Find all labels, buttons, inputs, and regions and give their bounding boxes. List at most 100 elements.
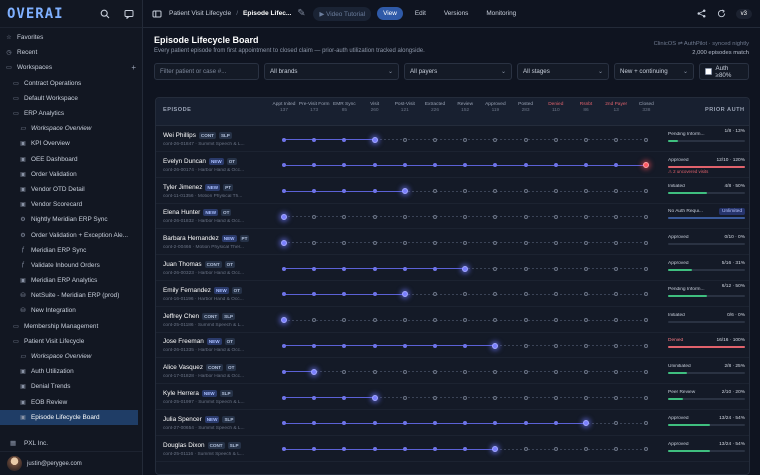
- sidebar-item[interactable]: ⛁ NetSuite - Meridian ERP (prod): [0, 288, 142, 303]
- stage-dot[interactable]: [584, 292, 588, 297]
- stage-dot[interactable]: [553, 447, 558, 452]
- stage-dot[interactable]: [553, 395, 558, 400]
- stage-dot[interactable]: [372, 189, 377, 194]
- stage-dot[interactable]: [584, 395, 588, 400]
- stage-dot[interactable]: [614, 214, 619, 219]
- stage-dot[interactable]: [644, 318, 649, 323]
- stage-dot[interactable]: [402, 240, 407, 245]
- refresh-icon[interactable]: [716, 8, 728, 20]
- stage-dot[interactable]: [644, 421, 649, 426]
- stage-dot[interactable]: [553, 292, 558, 297]
- stage-dot[interactable]: [312, 240, 317, 245]
- patient-name[interactable]: Juan Thomas: [163, 261, 202, 268]
- stage-dot[interactable]: [342, 369, 347, 374]
- stage-dot[interactable]: [312, 163, 317, 168]
- stage-dot[interactable]: [493, 163, 498, 168]
- stage-dot[interactable]: [644, 189, 649, 194]
- patient-name[interactable]: Alice Vasquez: [163, 364, 203, 371]
- video-tutorial-button[interactable]: ▶ Video Tutorial: [313, 6, 372, 21]
- stage-dot[interactable]: [433, 137, 437, 142]
- patient-name[interactable]: Julia Spencer: [163, 416, 202, 423]
- chat-icon[interactable]: [123, 8, 135, 20]
- stage-dot[interactable]: [553, 318, 558, 323]
- stage-dot[interactable]: [372, 369, 377, 374]
- stage-dot[interactable]: [402, 318, 407, 323]
- stage-dot[interactable]: [372, 421, 377, 426]
- stage-dot[interactable]: [282, 292, 286, 297]
- stage-dot[interactable]: [523, 369, 528, 374]
- search-input[interactable]: Filter patient or case #...: [154, 63, 259, 80]
- stage-dot[interactable]: [584, 318, 588, 323]
- stage-dot[interactable]: [433, 343, 437, 348]
- stage-dot[interactable]: [584, 189, 588, 194]
- stage-dot[interactable]: [584, 447, 588, 452]
- prior-auth-cell[interactable]: Approved 12/10 · 120% ⚠ 2 uncovered visits: [668, 157, 745, 175]
- current-stage-dot[interactable]: [583, 420, 589, 427]
- episode-row[interactable]: Jeffrey Chen CONT SLP cont-25-01186 · Summi…: [156, 308, 749, 333]
- stage-dot[interactable]: [342, 292, 347, 297]
- current-stage-dot[interactable]: [311, 368, 318, 375]
- current-stage-dot[interactable]: [401, 291, 408, 298]
- sidebar-item[interactable]: ▭ Workspace Overview: [0, 121, 142, 136]
- stage-dot[interactable]: [614, 343, 619, 348]
- stage-dot[interactable]: [463, 137, 468, 142]
- stage-dot[interactable]: [644, 137, 649, 142]
- stage-dot[interactable]: [282, 266, 286, 271]
- patient-name[interactable]: Jose Freeman: [163, 338, 204, 345]
- current-stage-dot[interactable]: [643, 162, 650, 169]
- stage-dot[interactable]: [553, 214, 558, 219]
- sidebar-item[interactable]: ▭ Patient Visit Lifecycle: [0, 334, 142, 349]
- current-stage-dot[interactable]: [371, 394, 378, 401]
- stage-dot[interactable]: [553, 137, 558, 142]
- stage-dot[interactable]: [523, 189, 528, 194]
- breadcrumb-workspace[interactable]: Patient Visit Lifecycle: [169, 10, 231, 17]
- stage-dot[interactable]: [614, 369, 619, 374]
- sidebar-item[interactable]: ▣ Denial Trends: [0, 379, 142, 394]
- stage-dot[interactable]: [282, 421, 286, 426]
- episode-row[interactable]: Evelyn Duncan NEW OT cont-26-00174 · Harbor…: [156, 153, 749, 178]
- prior-auth-cell[interactable]: Uninitiated 2/8 · 25%: [668, 363, 745, 381]
- stage-dot[interactable]: [614, 137, 619, 142]
- stage-dot[interactable]: [312, 292, 317, 297]
- prior-auth-cell[interactable]: Pending Inform... 1/8 · 13%: [668, 129, 745, 149]
- episode-row[interactable]: Wei Phillips CONT SLP cont-26-01847 · Summi…: [156, 127, 749, 152]
- stage-dot[interactable]: [614, 395, 619, 400]
- stage-dot[interactable]: [614, 421, 619, 426]
- stage-dot[interactable]: [463, 189, 468, 194]
- prior-auth-cell[interactable]: No Auth Requi... Unlimited: [668, 208, 745, 226]
- stage-dot[interactable]: [523, 240, 528, 245]
- prior-auth-cell[interactable]: Approved 13/24 · 54%: [668, 415, 745, 433]
- stage-dot[interactable]: [342, 214, 347, 219]
- stage-dot[interactable]: [553, 421, 558, 426]
- stage-dot[interactable]: [433, 240, 437, 245]
- stage-dot[interactable]: [282, 447, 286, 452]
- stage-dot[interactable]: [584, 266, 588, 271]
- stage-dot[interactable]: [342, 266, 347, 271]
- stage-dot[interactable]: [372, 318, 377, 323]
- stage-dot[interactable]: [553, 189, 558, 194]
- stage-dot[interactable]: [342, 318, 347, 323]
- stage-dot[interactable]: [282, 163, 286, 168]
- stage-dot[interactable]: [584, 137, 588, 142]
- stage-dot[interactable]: [463, 369, 468, 374]
- stage-dot[interactable]: [584, 343, 588, 348]
- stage-dot[interactable]: [342, 240, 347, 245]
- user-menu[interactable]: justin@perygee.com: [0, 451, 142, 475]
- sidebar-item[interactable]: ⚙ Nightly Meridian ERP Sync: [0, 212, 142, 227]
- stage-dot[interactable]: [433, 318, 437, 323]
- stage-dot[interactable]: [493, 189, 498, 194]
- prior-auth-cell[interactable]: Approved 5/16 · 31%: [668, 260, 745, 278]
- current-stage-dot[interactable]: [281, 317, 287, 324]
- auth-threshold-toggle[interactable]: Auth ≥80%: [699, 63, 749, 80]
- share-icon[interactable]: [696, 8, 708, 20]
- stage-dot[interactable]: [312, 214, 317, 219]
- stage-dot[interactable]: [402, 266, 407, 271]
- stage-dot[interactable]: [493, 292, 498, 297]
- sidebar-item[interactable]: ▭ ERP Analytics: [0, 106, 142, 121]
- sidebar-item[interactable]: ▭ Workspace Overview: [0, 349, 142, 364]
- stage-dot[interactable]: [614, 292, 619, 297]
- sidebar-item[interactable]: ▭ Membership Management: [0, 319, 142, 334]
- sidebar-toggle-icon[interactable]: [151, 8, 163, 20]
- sidebar-item[interactable]: ◷ Recent: [0, 45, 142, 60]
- stage-dot[interactable]: [493, 137, 498, 142]
